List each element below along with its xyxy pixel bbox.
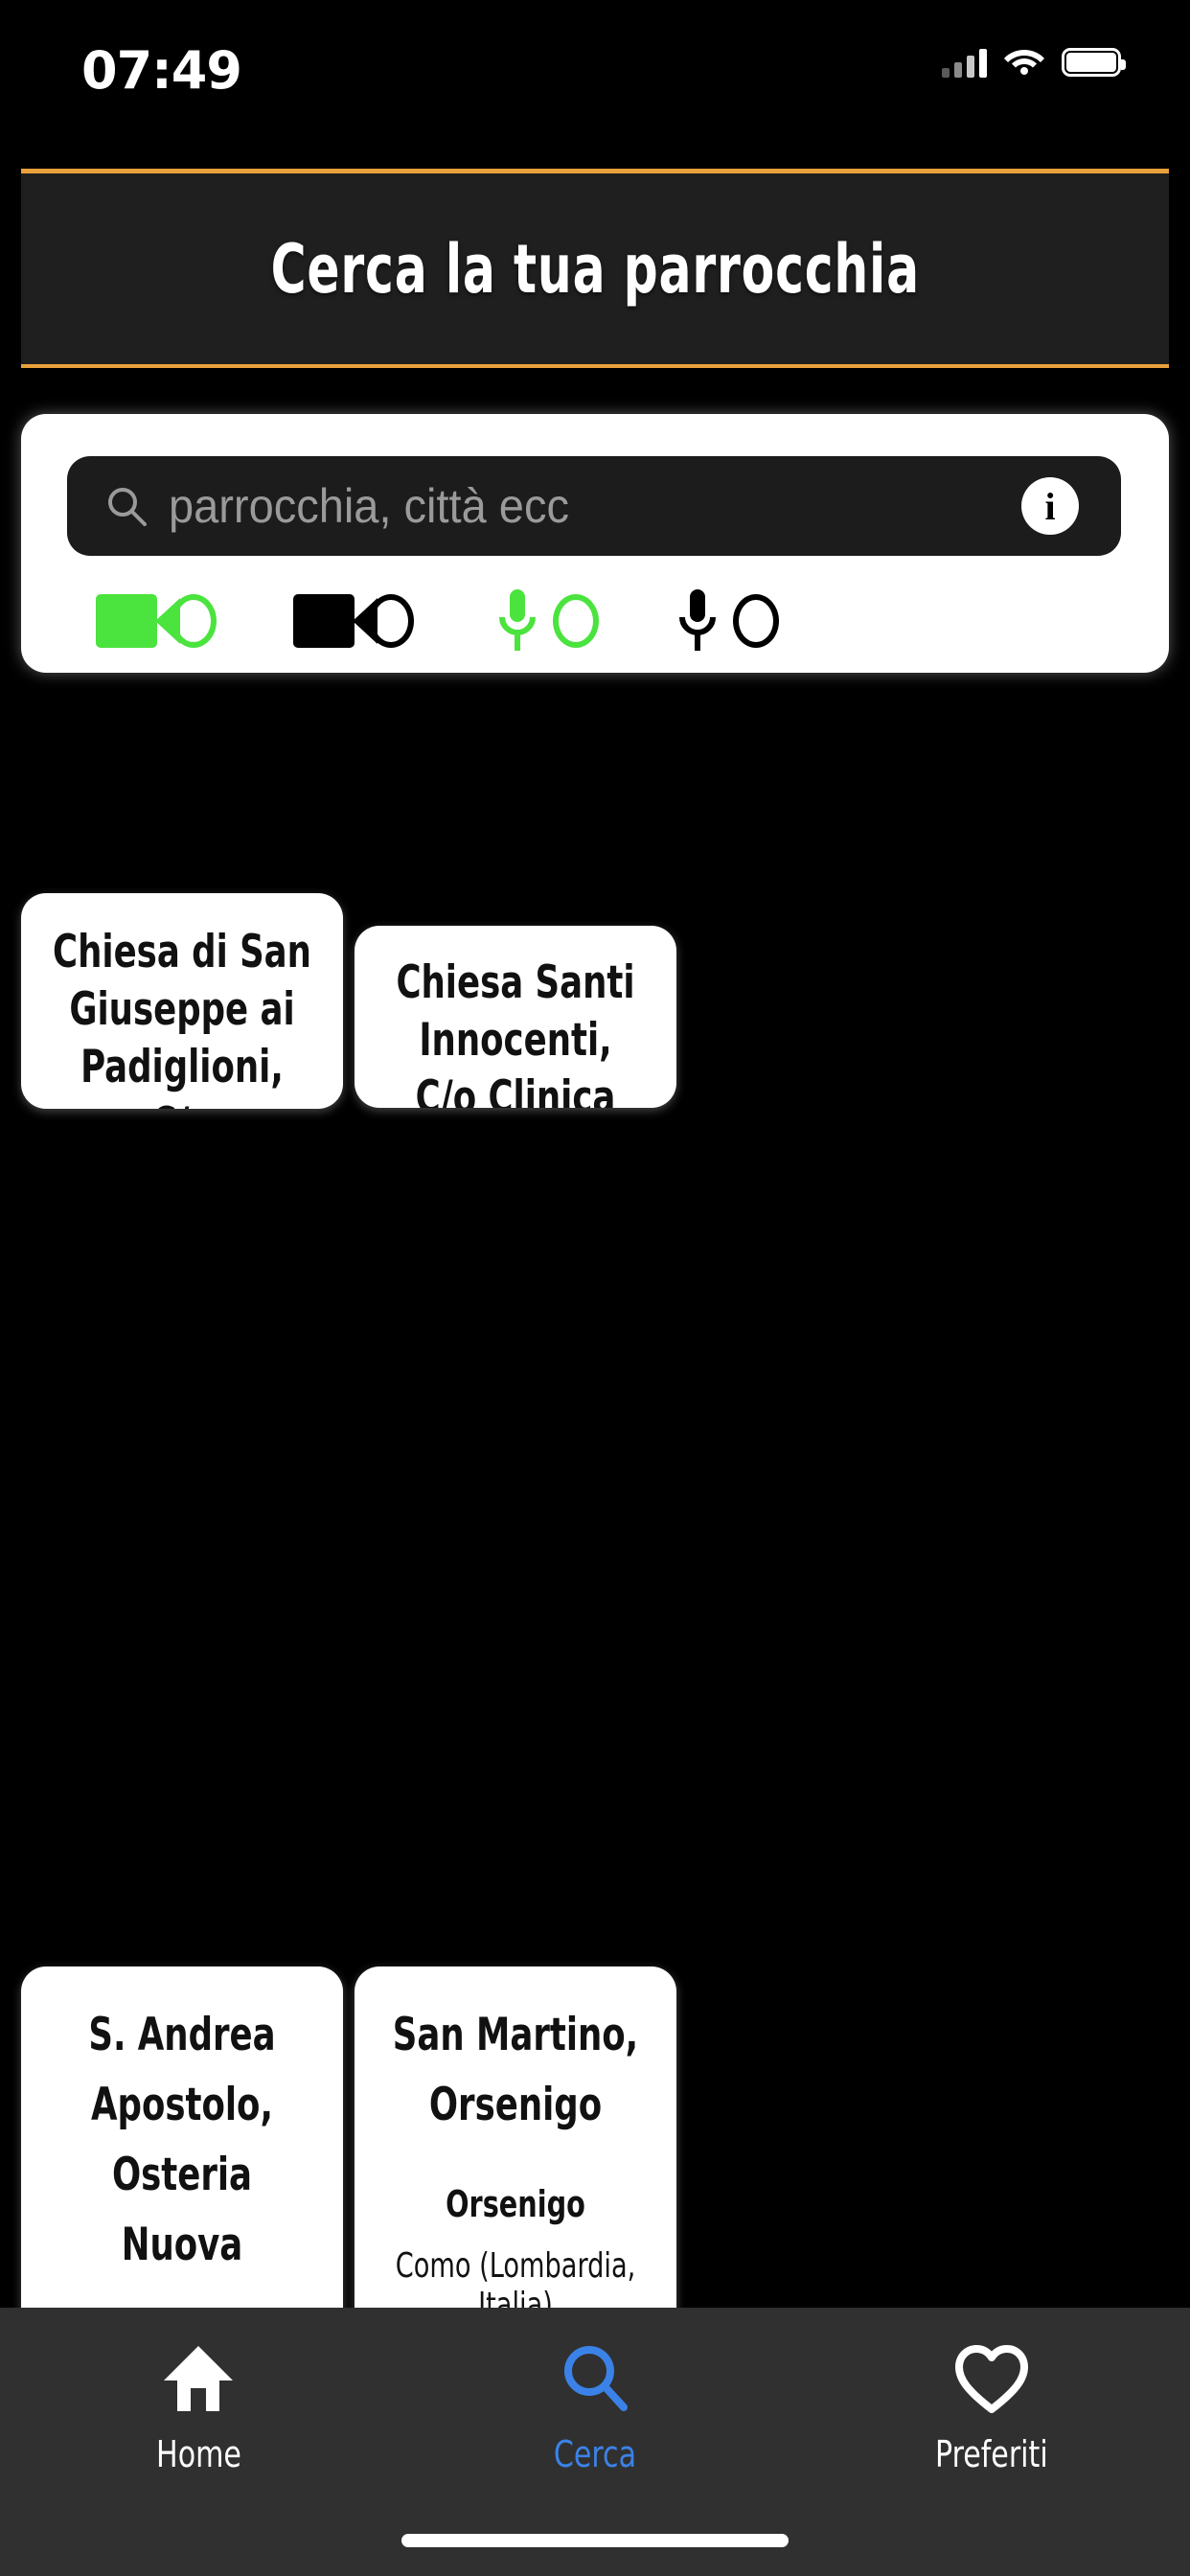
circle-outline-icon	[733, 594, 779, 648]
result-title: S. Andrea Apostolo, Osteria Nuova	[88, 2009, 276, 2271]
status-time: 07:49	[81, 40, 242, 101]
page-header: Cerca la tua parrocchia	[21, 169, 1169, 368]
search-input[interactable]	[169, 478, 1064, 534]
home-indicator[interactable]	[401, 2534, 789, 2547]
bottom-tab-bar: Home Cerca Preferiti	[0, 2308, 1190, 2576]
result-card-chiesa-san-giuseppe[interactable]: Chiesa di San Giuseppe ai Padiglioni, C/…	[21, 893, 343, 1109]
search-icon	[105, 485, 148, 527]
tab-label-preferiti: Preferiti	[935, 2433, 1048, 2475]
status-bar: 07:49	[0, 0, 1190, 169]
result-title: Chiesa Santi Innocenti, C/o Clinica Mang…	[396, 956, 635, 1108]
cellular-signal-icon	[942, 47, 987, 78]
status-icons	[942, 44, 1126, 80]
search-bar[interactable]: i	[67, 456, 1121, 556]
result-title: San Martino, Orsenigo	[392, 2009, 639, 2131]
battery-full-icon	[1062, 47, 1126, 77]
video-camera-icon	[96, 594, 180, 648]
app-screen: 07:49 Cerca la tua parrocchia parrocchia…	[0, 0, 1190, 2576]
search-icon	[557, 2342, 633, 2420]
tab-cerca[interactable]: Cerca	[397, 2342, 793, 2475]
microphone-icon	[675, 587, 720, 655]
tab-home[interactable]: Home	[0, 2342, 397, 2475]
page-title: Cerca la tua parrocchia	[270, 229, 920, 309]
filter-video-off[interactable]	[293, 594, 414, 648]
wifi-icon	[1003, 44, 1045, 80]
filter-video-on[interactable]	[96, 594, 217, 648]
media-filter-row	[21, 583, 1169, 659]
filter-audio-on[interactable]	[495, 587, 599, 655]
video-camera-icon	[293, 594, 378, 648]
search-panel: i	[21, 414, 1169, 673]
result-card-santi-innocenti[interactable]: Chiesa Santi Innocenti, C/o Clinica Mang…	[355, 926, 676, 1108]
tab-preferiti[interactable]: Preferiti	[793, 2342, 1190, 2475]
home-icon	[160, 2342, 237, 2420]
result-title: Chiesa di San Giuseppe ai Padiglioni, C/…	[53, 926, 311, 1109]
info-icon[interactable]: i	[1021, 477, 1079, 535]
tab-label-home: Home	[155, 2433, 241, 2475]
microphone-icon	[495, 587, 539, 655]
tab-label-cerca: Cerca	[553, 2433, 637, 2475]
filter-audio-off[interactable]	[675, 587, 779, 655]
result-city: Orsenigo	[446, 2182, 585, 2225]
heart-outline-icon	[953, 2342, 1030, 2420]
circle-outline-icon	[553, 594, 599, 648]
